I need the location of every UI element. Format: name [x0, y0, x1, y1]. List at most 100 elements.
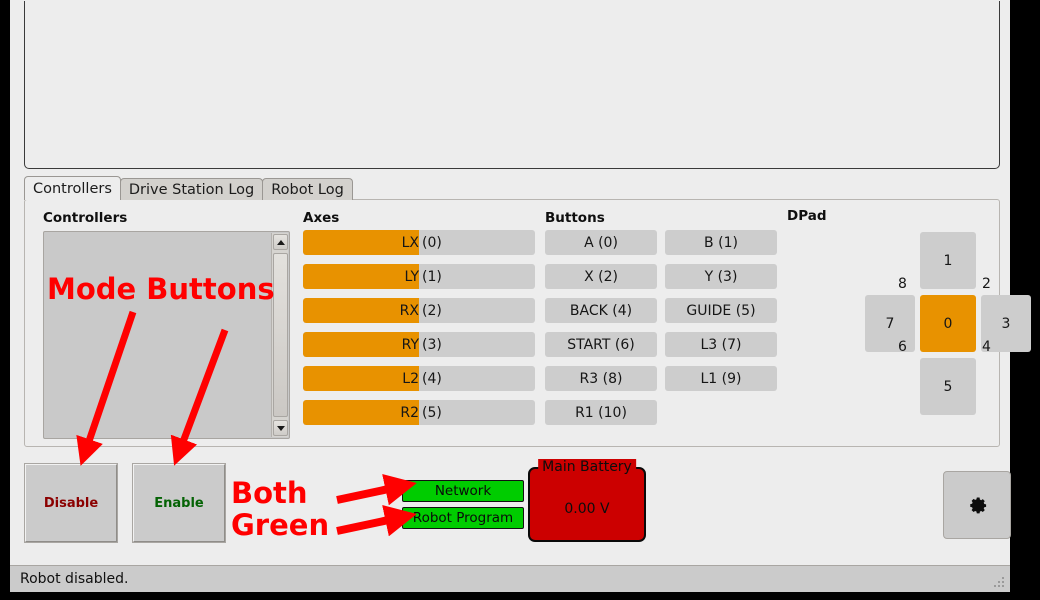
controller-button-indicator: GUIDE (5)	[665, 298, 777, 323]
main-battery-title: Main Battery	[538, 459, 636, 475]
dpad-corner-bottom-right: 4	[982, 339, 991, 355]
axis-name: L2	[402, 370, 419, 387]
axis-label: LY (1)	[303, 264, 535, 289]
tab-robot-log[interactable]: Robot Log	[262, 178, 353, 200]
controller-button-indicator: A (0)	[545, 230, 657, 255]
console-output-panel	[24, 1, 1000, 169]
axis-index: (4)	[422, 370, 442, 387]
axis-index: (1)	[422, 268, 442, 285]
axis-row: R2 (5)	[303, 400, 535, 425]
network-status-indicator: Network	[402, 480, 524, 502]
controller-button-indicator: L3 (7)	[665, 332, 777, 357]
axis-name: RX	[399, 302, 419, 319]
enable-button[interactable]: Enable	[133, 464, 225, 542]
buttons-container: A (0) B (1) X (2) Y (3) BACK (4) GUIDE (5) STA…	[545, 230, 777, 425]
status-bar: Robot disabled.	[10, 565, 1010, 592]
disable-button[interactable]: Disable	[25, 464, 117, 542]
dpad-up-label: 1	[943, 252, 953, 269]
dpad-left: 7	[865, 295, 915, 352]
controller-button-indicator: L1 (9)	[665, 366, 777, 391]
dpad-right-label: 3	[1001, 315, 1011, 332]
annotation-mode-buttons: Mode Buttons	[47, 272, 275, 306]
controller-button-label: GUIDE (5)	[686, 302, 756, 319]
controllers-scrollbar[interactable]	[271, 233, 288, 437]
dpad-center: 0	[920, 295, 976, 352]
axis-index: (2)	[422, 302, 442, 319]
axis-row: LX (0)	[303, 230, 535, 255]
axis-index: (3)	[422, 336, 442, 353]
tab-drive-station-log-label: Drive Station Log	[128, 181, 255, 198]
robot-program-status-label: Robot Program	[412, 510, 514, 526]
dpad-up: 1	[920, 232, 976, 289]
controller-button-indicator: BACK (4)	[545, 298, 657, 323]
robot-program-status-indicator: Robot Program	[402, 507, 524, 529]
tab-controllers[interactable]: Controllers	[24, 176, 121, 200]
controller-button-label: R3 (8)	[579, 370, 623, 387]
controller-button-label: BACK (4)	[569, 302, 633, 319]
axis-row: L2 (4)	[303, 366, 535, 391]
dpad-corner-bottom-left: 6	[898, 339, 907, 355]
disable-button-label: Disable	[43, 495, 99, 511]
axis-index: (5)	[422, 404, 442, 421]
annotation-green: Green	[231, 508, 330, 542]
status-bar-text: Robot disabled.	[20, 571, 129, 587]
axis-index: (0)	[422, 234, 442, 251]
main-battery-value: 0.00 V	[564, 501, 610, 517]
controller-button-indicator: X (2)	[545, 264, 657, 289]
gear-icon	[970, 497, 987, 514]
controller-button-indicator: R1 (10)	[545, 400, 657, 425]
dpad-container: 1 7 0 3 5 8 2 6 4	[787, 210, 1031, 430]
axis-name: RY	[401, 336, 419, 353]
axis-row: RX (2)	[303, 298, 535, 323]
controller-button-indicator: Y (3)	[665, 264, 777, 289]
chevron-down-icon	[276, 425, 285, 431]
dpad: 1 7 0 3 5 8 2 6 4	[865, 232, 1031, 424]
dpad-down: 5	[920, 358, 976, 415]
axis-row: LY (1)	[303, 264, 535, 289]
controller-button-indicator: B (1)	[665, 230, 777, 255]
axes-list: LX (0) LY (1) RX (2) RY (3) L2 (4) R2 (5)	[303, 230, 543, 434]
controller-button-label: R1 (10)	[575, 404, 627, 421]
axes-group-title: Axes	[303, 210, 340, 226]
controller-button-label: START (6)	[567, 336, 635, 353]
controller-button-label: X (2)	[584, 268, 618, 285]
controller-button-label: B (1)	[704, 234, 738, 251]
settings-button[interactable]	[943, 471, 1011, 539]
tab-robot-log-label: Robot Log	[271, 181, 344, 198]
controller-button-label: L1 (9)	[700, 370, 742, 387]
main-battery-panel: Main Battery 0.00 V	[528, 459, 646, 542]
controller-button-label: Y (3)	[704, 268, 738, 285]
controllers-list[interactable]	[43, 231, 290, 439]
tab-bar: Controllers Drive Station Log Robot Log	[24, 176, 353, 200]
enable-button-label: Enable	[154, 495, 204, 511]
dpad-left-label: 7	[885, 315, 895, 332]
dpad-corner-top-right: 2	[982, 276, 991, 292]
buttons-group-title: Buttons	[545, 210, 605, 226]
chevron-up-icon	[276, 239, 285, 245]
scroll-up-button[interactable]	[273, 234, 288, 250]
axis-label: LX (0)	[303, 230, 535, 255]
controllers-group-title: Controllers	[43, 210, 128, 226]
network-status-label: Network	[434, 483, 492, 499]
axis-label: RX (2)	[303, 298, 535, 323]
tab-drive-station-log[interactable]: Drive Station Log	[119, 178, 264, 200]
controller-button-indicator: R3 (8)	[545, 366, 657, 391]
axis-label: RY (3)	[303, 332, 535, 357]
scroll-down-button[interactable]	[273, 420, 288, 436]
axis-label: L2 (4)	[303, 366, 535, 391]
annotation-both: Both	[231, 476, 308, 510]
axis-row: RY (3)	[303, 332, 535, 357]
controller-button-label: A (0)	[584, 234, 618, 251]
axis-name: LX	[401, 234, 419, 251]
axis-name: R2	[400, 404, 419, 421]
buttons-grid: A (0) B (1) X (2) Y (3) BACK (4) GUIDE (5) STA…	[545, 230, 777, 425]
controller-button-label: L3 (7)	[700, 336, 742, 353]
axis-label: R2 (5)	[303, 400, 535, 425]
axis-name: LY	[404, 268, 420, 285]
dpad-center-label: 0	[943, 315, 953, 332]
tab-controllers-label: Controllers	[33, 180, 112, 197]
dpad-down-label: 5	[943, 378, 953, 395]
resize-grip-icon[interactable]	[992, 575, 1006, 589]
scrollbar-thumb[interactable]	[273, 253, 288, 417]
controllers-tab-panel: Controllers Axes LX (0) LY (1) RX (2) RY (3) L2(…	[24, 199, 1031, 447]
